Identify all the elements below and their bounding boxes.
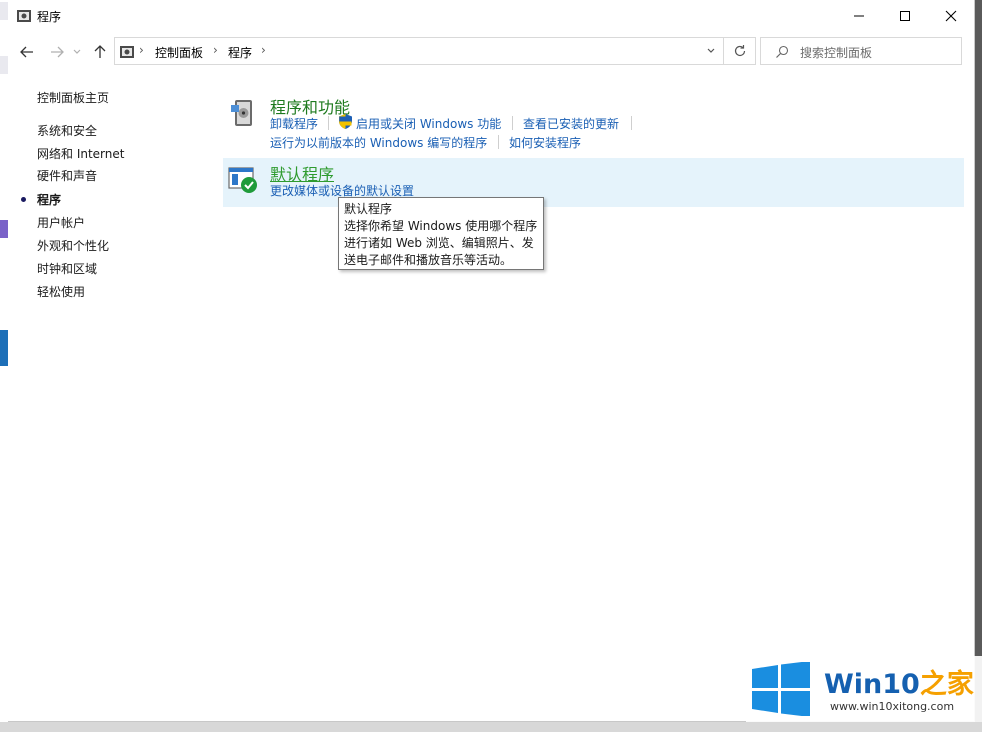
sidebar-item-system-security[interactable]: 系统和安全 (37, 122, 97, 139)
minimize-icon (854, 15, 864, 17)
turn-windows-features-link[interactable]: 启用或关闭 Windows 功能 (356, 115, 501, 132)
link-separator (498, 135, 499, 149)
arrow-up-icon (94, 45, 106, 58)
chevron-down-icon (707, 48, 715, 53)
sidebar-item-ease-of-access[interactable]: 轻松使用 (37, 283, 85, 300)
search-input[interactable]: 搜索控制面板 (760, 37, 962, 65)
chevron-down-icon (73, 49, 81, 54)
run-older-programs-link[interactable]: 运行为以前版本的 Windows 编写的程序 (270, 134, 487, 151)
win10-watermark: Win10之家 www.win10xitong.com (746, 656, 982, 722)
control-panel-icon (17, 10, 31, 22)
maximize-button[interactable] (882, 0, 928, 32)
window-title: 程序 (37, 10, 62, 24)
link-separator (328, 116, 329, 130)
control-panel-window: 程序 › 控制面板 › 程序 › 搜索控制面板 控制面板主页 系统和安全 网络和… (8, 0, 975, 722)
breadcrumb-programs[interactable]: 程序 (228, 44, 252, 61)
arrow-right-icon (51, 46, 64, 58)
watermark-brand-en: Win10 (824, 669, 920, 700)
search-icon (776, 45, 789, 58)
arrow-left-icon (20, 46, 33, 58)
tooltip-line: 进行诸如 Web 浏览、编辑照片、发 (344, 236, 534, 250)
breadcrumb-control-panel[interactable]: 控制面板 (155, 44, 203, 61)
default-programs-icon (228, 167, 257, 193)
refresh-icon (734, 45, 745, 57)
up-button[interactable] (89, 41, 111, 63)
link-separator (631, 116, 632, 130)
background-taskbar-edge (0, 722, 982, 732)
address-bar[interactable]: › 控制面板 › 程序 › (114, 37, 724, 65)
tooltip-line: 选择你希望 Windows 使用哪个程序 (344, 219, 538, 233)
sidebar-item-user-accounts[interactable]: 用户帐户 (37, 214, 85, 231)
minimize-button[interactable] (836, 0, 882, 32)
breadcrumb-separator[interactable]: › (213, 43, 218, 57)
title-bar[interactable]: 程序 (8, 0, 974, 32)
tooltip-title: 默认程序 (344, 202, 393, 216)
watermark-url: www.win10xitong.com (830, 700, 955, 713)
watermark-brand: Win10之家 (824, 662, 974, 701)
programs-features-icon (231, 100, 252, 126)
forward-button[interactable] (46, 41, 68, 63)
sidebar-home-link[interactable]: 控制面板主页 (37, 89, 109, 106)
how-to-install-link[interactable]: 如何安装程序 (509, 134, 581, 151)
sidebar-item-network[interactable]: 网络和 Internet (37, 145, 124, 162)
view-installed-updates-link[interactable]: 查看已安装的更新 (523, 115, 619, 132)
windows-logo-icon (752, 662, 810, 716)
maximize-icon (900, 11, 910, 21)
search-placeholder: 搜索控制面板 (800, 46, 873, 60)
control-panel-icon (120, 46, 134, 58)
breadcrumb-separator[interactable]: › (139, 43, 144, 57)
uac-shield-icon (339, 114, 352, 129)
sidebar-item-clock-region[interactable]: 时钟和区域 (37, 260, 97, 277)
default-programs-tooltip: 默认程序 选择你希望 Windows 使用哪个程序 进行诸如 Web 浏览、编辑… (338, 197, 544, 270)
tooltip-line: 送电子邮件和播放音乐等活动。 (344, 253, 513, 267)
uninstall-program-link[interactable]: 卸载程序 (270, 115, 318, 132)
refresh-button[interactable] (724, 37, 756, 65)
address-dropdown-button[interactable] (699, 38, 723, 64)
close-button[interactable] (928, 0, 974, 32)
sidebar-item-hardware-sound[interactable]: 硬件和声音 (37, 167, 97, 184)
active-bullet (21, 197, 26, 202)
breadcrumb-separator[interactable]: › (261, 43, 266, 57)
close-icon (945, 10, 957, 22)
navigation-bar: › 控制面板 › 程序 › 搜索控制面板 (8, 34, 974, 68)
link-separator (512, 116, 513, 130)
back-button[interactable] (16, 41, 38, 63)
watermark-brand-zh: 之家 (919, 669, 974, 700)
recent-locations-button[interactable] (66, 41, 88, 63)
sidebar-item-appearance[interactable]: 外观和个性化 (37, 237, 109, 254)
sidebar-item-programs[interactable]: 程序 (37, 191, 61, 208)
